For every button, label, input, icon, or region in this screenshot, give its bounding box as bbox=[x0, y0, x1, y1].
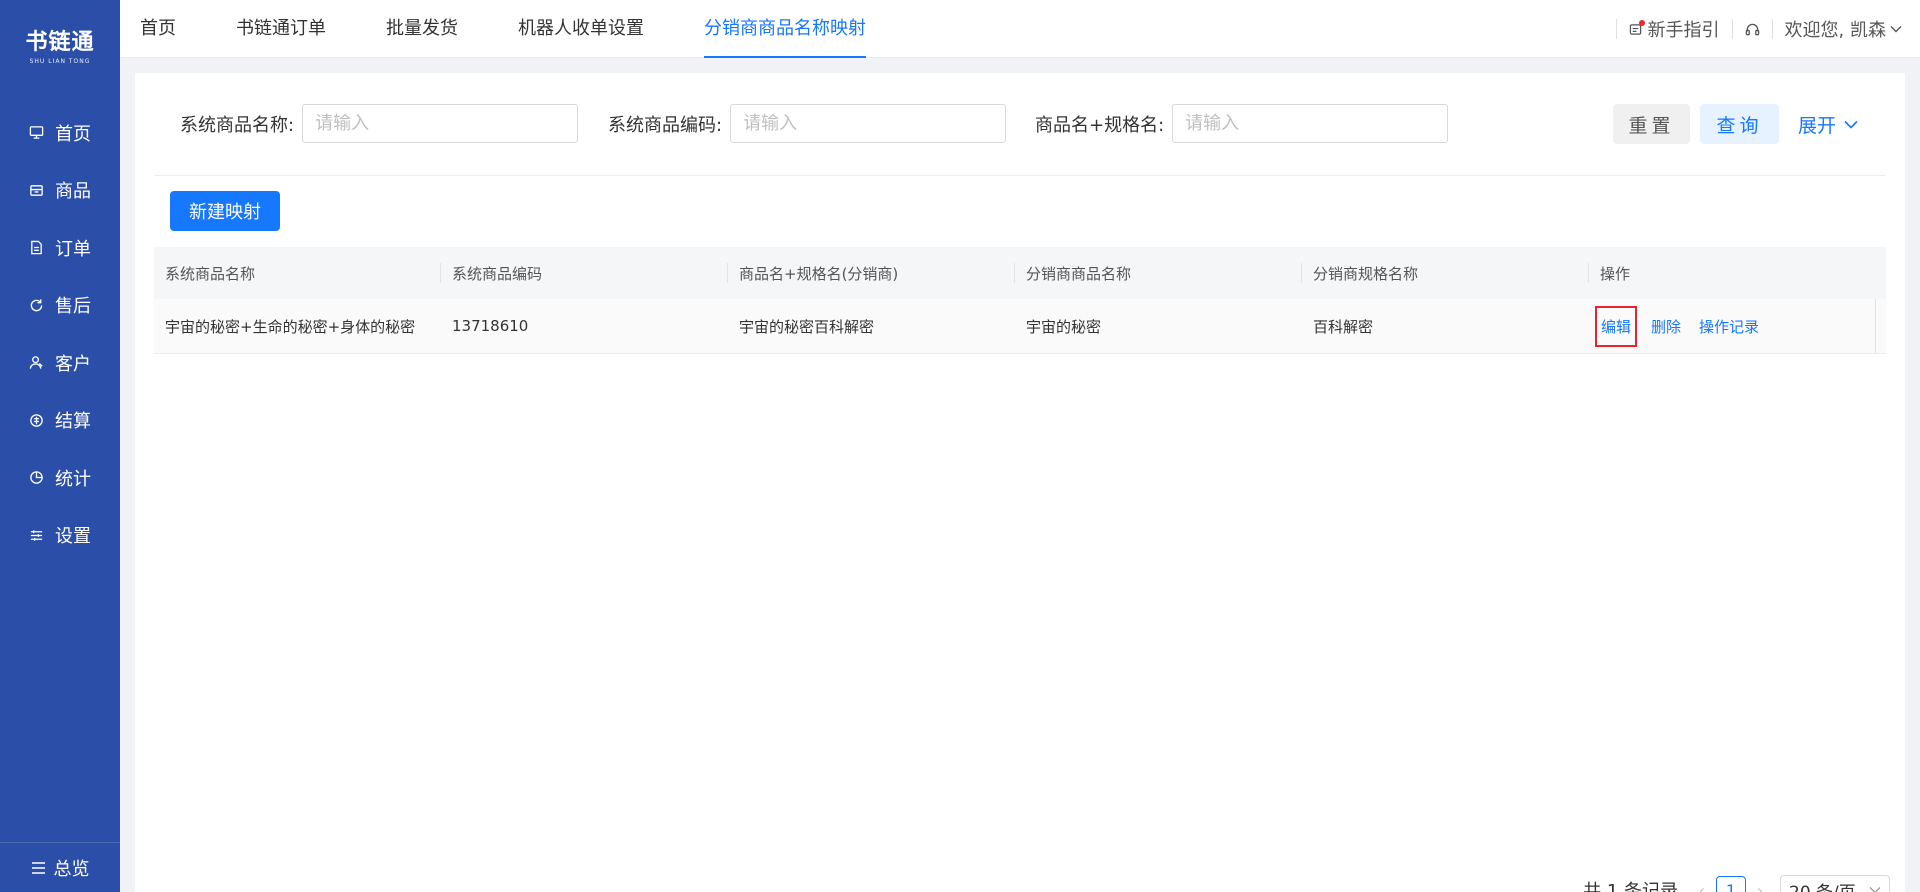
pagination-total: 共 1 条记录 bbox=[1583, 881, 1678, 892]
tab-batch-shipping[interactable]: 批量发货 bbox=[366, 0, 478, 58]
divider bbox=[1731, 19, 1733, 39]
sidebar-nav: 首页 商品 订单 售后 客户 结算 统计 设置 bbox=[0, 104, 120, 564]
product-code-label: 系统商品编码: bbox=[608, 114, 723, 136]
content-panel: 系统商品名称: 系统商品编码: 商品名+规格名: 重置 查询 展开 新建映射 系… bbox=[135, 73, 1905, 892]
sidebar-item-label: 统计 bbox=[55, 468, 91, 490]
cell-product-code: 13718610 bbox=[452, 317, 529, 335]
page-size-select[interactable]: 20 条/页 bbox=[1780, 875, 1890, 892]
table-header: 系统商品名称 系统商品编码 商品名+规格名(分销商) 分销商商品名称 分销商规格… bbox=[154, 247, 1886, 299]
logo-main: 书链通 bbox=[25, 29, 95, 55]
product-name-label: 系统商品名称: bbox=[180, 114, 295, 136]
column-header: 分销商商品名称 bbox=[1015, 247, 1302, 299]
headset-icon[interactable] bbox=[1745, 22, 1760, 37]
guide-icon bbox=[1629, 19, 1645, 36]
divider bbox=[154, 175, 1886, 176]
next-page-icon[interactable]: › bbox=[1750, 881, 1770, 892]
sidebar-item-customers[interactable]: 客户 bbox=[0, 334, 120, 392]
divider bbox=[1771, 19, 1773, 39]
settle-icon bbox=[28, 412, 44, 428]
sidebar-item-home[interactable]: 首页 bbox=[0, 104, 120, 162]
sidebar-item-label: 设置 bbox=[55, 526, 91, 548]
prev-page-icon[interactable]: ‹ bbox=[1692, 881, 1712, 892]
sliders-icon bbox=[28, 527, 44, 543]
notification-dot bbox=[1638, 19, 1645, 26]
box-icon bbox=[28, 182, 44, 198]
chevron-down-icon bbox=[1890, 25, 1902, 33]
table-row: 宇宙的秘密+生命的秘密+身体的秘密 13718610 宇宙的秘密百科解密 宇宙的… bbox=[154, 298, 1886, 354]
user-menu[interactable]: 欢迎您, 凯森 bbox=[1785, 16, 1902, 42]
pie-chart-icon bbox=[28, 470, 44, 486]
sidebar-item-products[interactable]: 商品 bbox=[0, 162, 120, 220]
product-code-filter: 系统商品编码: bbox=[608, 104, 1007, 143]
overview-button[interactable]: 总览 bbox=[0, 842, 120, 892]
tab-home[interactable]: 首页 bbox=[120, 0, 196, 58]
product-code-input[interactable] bbox=[730, 104, 1007, 143]
sidebar-item-label: 首页 bbox=[55, 123, 91, 145]
column-header: 系统商品编码 bbox=[441, 247, 728, 299]
product-name-input[interactable] bbox=[302, 104, 579, 143]
chevron-down-icon bbox=[1869, 886, 1881, 892]
reset-button[interactable]: 重置 bbox=[1613, 104, 1690, 144]
query-button[interactable]: 查询 bbox=[1700, 104, 1779, 144]
page-number[interactable]: 1 bbox=[1716, 875, 1746, 892]
cell-name-spec: 宇宙的秘密百科解密 bbox=[739, 317, 875, 336]
column-header: 分销商规格名称 bbox=[1302, 247, 1589, 299]
welcome-label: 欢迎您, 凯森 bbox=[1784, 20, 1886, 41]
column-header: 操作 bbox=[1600, 264, 1631, 283]
mapping-table: 系统商品名称 系统商品编码 商品名+规格名(分销商) 分销商商品名称 分销商规格… bbox=[154, 247, 1886, 354]
cell-actions: 编辑 删除 操作记录 bbox=[1589, 298, 1876, 354]
sidebar-item-statistics[interactable]: 统计 bbox=[0, 449, 120, 507]
sidebar-item-settings[interactable]: 设置 bbox=[0, 507, 120, 565]
top-right: 新手指引 欢迎您, 凯森 bbox=[1604, 0, 1902, 58]
menu-icon bbox=[31, 861, 46, 875]
overview-label: 总览 bbox=[53, 858, 90, 880]
cell-distributor-product: 宇宙的秘密 bbox=[1026, 317, 1102, 336]
expand-button[interactable]: 展开 bbox=[1798, 104, 1858, 144]
product-name-filter: 系统商品名称: bbox=[180, 104, 579, 143]
chevron-down-icon bbox=[1844, 120, 1858, 129]
operation-log-link[interactable]: 操作记录 bbox=[1699, 316, 1759, 337]
user-icon bbox=[28, 355, 44, 371]
divider bbox=[1615, 19, 1617, 39]
filter-bar: 系统商品名称: 系统商品编码: 商品名+规格名: 重置 查询 展开 bbox=[135, 73, 1905, 175]
sidebar-item-label: 商品 bbox=[55, 181, 91, 203]
name-spec-filter: 商品名+规格名: bbox=[1035, 104, 1449, 143]
expand-label: 展开 bbox=[1798, 114, 1837, 137]
monitor-icon bbox=[28, 125, 44, 141]
logo: 书链通 SHU LIAN TONG bbox=[0, 0, 120, 90]
logo-sub: SHU LIAN TONG bbox=[29, 57, 91, 65]
column-header: 商品名+规格名(分销商) bbox=[728, 247, 1015, 299]
tab-name-mapping[interactable]: 分销商商品名称映射 bbox=[684, 0, 886, 58]
sidebar-item-label: 结算 bbox=[55, 411, 91, 433]
page-size-label: 20 条/页 bbox=[1789, 878, 1856, 892]
sidebar-item-label: 订单 bbox=[55, 238, 91, 260]
sidebar: 书链通 SHU LIAN TONG 首页 商品 订单 售后 客户 结算 统计 设… bbox=[0, 0, 120, 892]
document-icon bbox=[28, 240, 44, 256]
tab-robot-settings[interactable]: 机器人收单设置 bbox=[498, 0, 664, 58]
pagination: 共 1 条记录 ‹ 1 › 20 条/页 bbox=[1583, 875, 1890, 892]
name-spec-label: 商品名+规格名: bbox=[1035, 114, 1165, 136]
cell-distributor-spec: 百科解密 bbox=[1313, 317, 1374, 336]
cell-product-name: 宇宙的秘密+生命的秘密+身体的秘密 bbox=[165, 317, 416, 336]
delete-link[interactable]: 删除 bbox=[1651, 316, 1681, 337]
new-mapping-button[interactable]: 新建映射 bbox=[170, 191, 280, 231]
sidebar-item-orders[interactable]: 订单 bbox=[0, 219, 120, 277]
edit-link[interactable]: 编辑 bbox=[1595, 305, 1638, 347]
tab-shulian-orders[interactable]: 书链通订单 bbox=[216, 0, 346, 58]
sidebar-item-label: 客户 bbox=[55, 353, 91, 375]
column-header: 系统商品名称 bbox=[154, 247, 441, 299]
sidebar-item-aftersale[interactable]: 售后 bbox=[0, 277, 120, 335]
topbar: 首页 书链通订单 批量发货 机器人收单设置 分销商商品名称映射 新手指引 欢迎您… bbox=[120, 0, 1920, 58]
sidebar-item-settlement[interactable]: 结算 bbox=[0, 392, 120, 450]
top-tabs: 首页 书链通订单 批量发货 机器人收单设置 分销商商品名称映射 bbox=[120, 0, 906, 58]
guide-label: 新手指引 bbox=[1647, 20, 1720, 41]
name-spec-input[interactable] bbox=[1172, 104, 1449, 143]
sidebar-item-label: 售后 bbox=[55, 296, 91, 318]
guide-button[interactable]: 新手指引 bbox=[1629, 16, 1720, 42]
refresh-icon bbox=[28, 297, 44, 313]
